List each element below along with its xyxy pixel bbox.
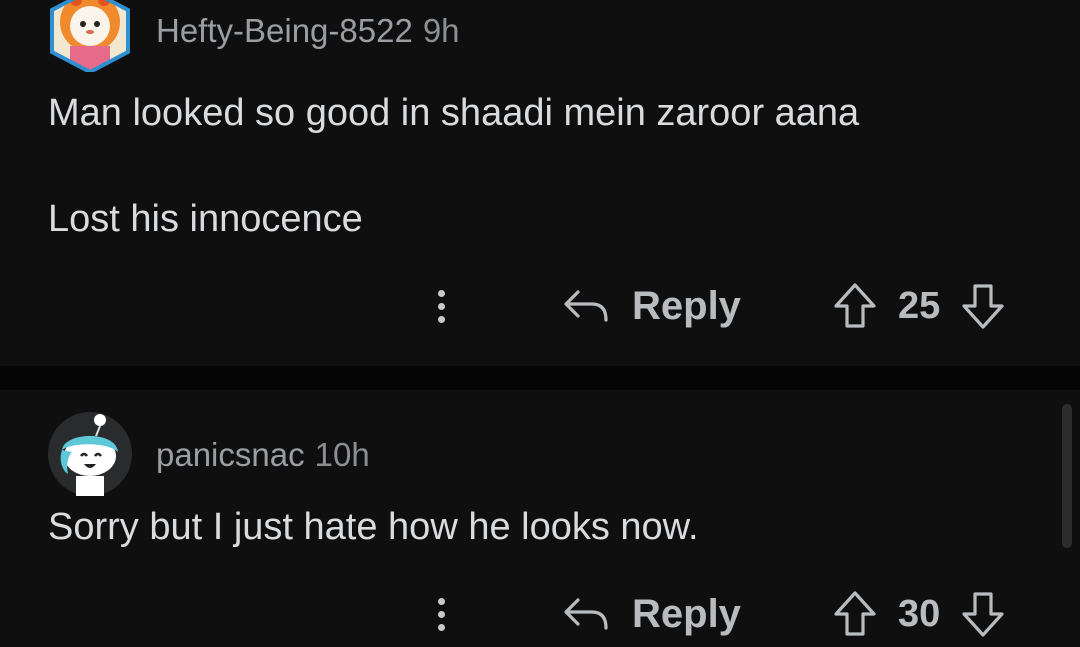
more-options-icon[interactable] <box>424 586 458 642</box>
reply-label: Reply <box>632 591 741 636</box>
username[interactable]: panicsnac <box>156 436 305 473</box>
comment-thread: Hefty-Being-8522 9h Man looked so good in… <box>0 0 1080 647</box>
snoo-avatar-icon[interactable] <box>48 412 132 496</box>
downvote-arrow-icon[interactable] <box>960 590 1006 638</box>
comment-body-line: Man looked so good in shaadi mein zaroor… <box>48 92 860 134</box>
comment: Hefty-Being-8522 9h Man looked so good in… <box>0 0 1080 366</box>
scrollbar[interactable] <box>1062 404 1072 548</box>
lion-costume-avatar-icon[interactable] <box>48 0 132 72</box>
timestamp: 9h <box>422 12 460 49</box>
comment-actions: Reply 25 <box>0 278 1080 338</box>
vote-score: 30 <box>898 592 941 635</box>
vote-score: 25 <box>898 284 941 327</box>
username[interactable]: Hefty-Being-8522 <box>156 12 413 49</box>
reply-arrow-icon <box>564 290 608 322</box>
more-options-icon[interactable] <box>424 278 458 334</box>
upvote-arrow-icon[interactable] <box>832 282 878 330</box>
comment: panicsnac 10h Sorry but I just hate how h… <box>0 390 1080 647</box>
upvote-arrow-icon[interactable] <box>832 590 878 638</box>
vote-controls: 25 <box>832 278 1006 334</box>
timestamp: 10h <box>314 436 370 473</box>
reply-label: Reply <box>632 283 741 328</box>
comment-meta: Hefty-Being-8522 9h <box>156 12 460 50</box>
comment-meta: panicsnac 10h <box>156 436 370 474</box>
comment-body-line: Lost his innocence <box>48 198 363 240</box>
reply-arrow-icon <box>564 598 608 630</box>
comment-body-line: Sorry but I just hate how he looks now. <box>48 506 699 548</box>
comment-divider <box>0 366 1080 390</box>
downvote-arrow-icon[interactable] <box>960 282 1006 330</box>
vote-controls: 30 <box>832 586 1006 642</box>
reply-button[interactable]: Reply <box>562 278 741 334</box>
comment-actions: Reply 30 <box>0 586 1080 646</box>
reply-button[interactable]: Reply <box>562 586 741 642</box>
